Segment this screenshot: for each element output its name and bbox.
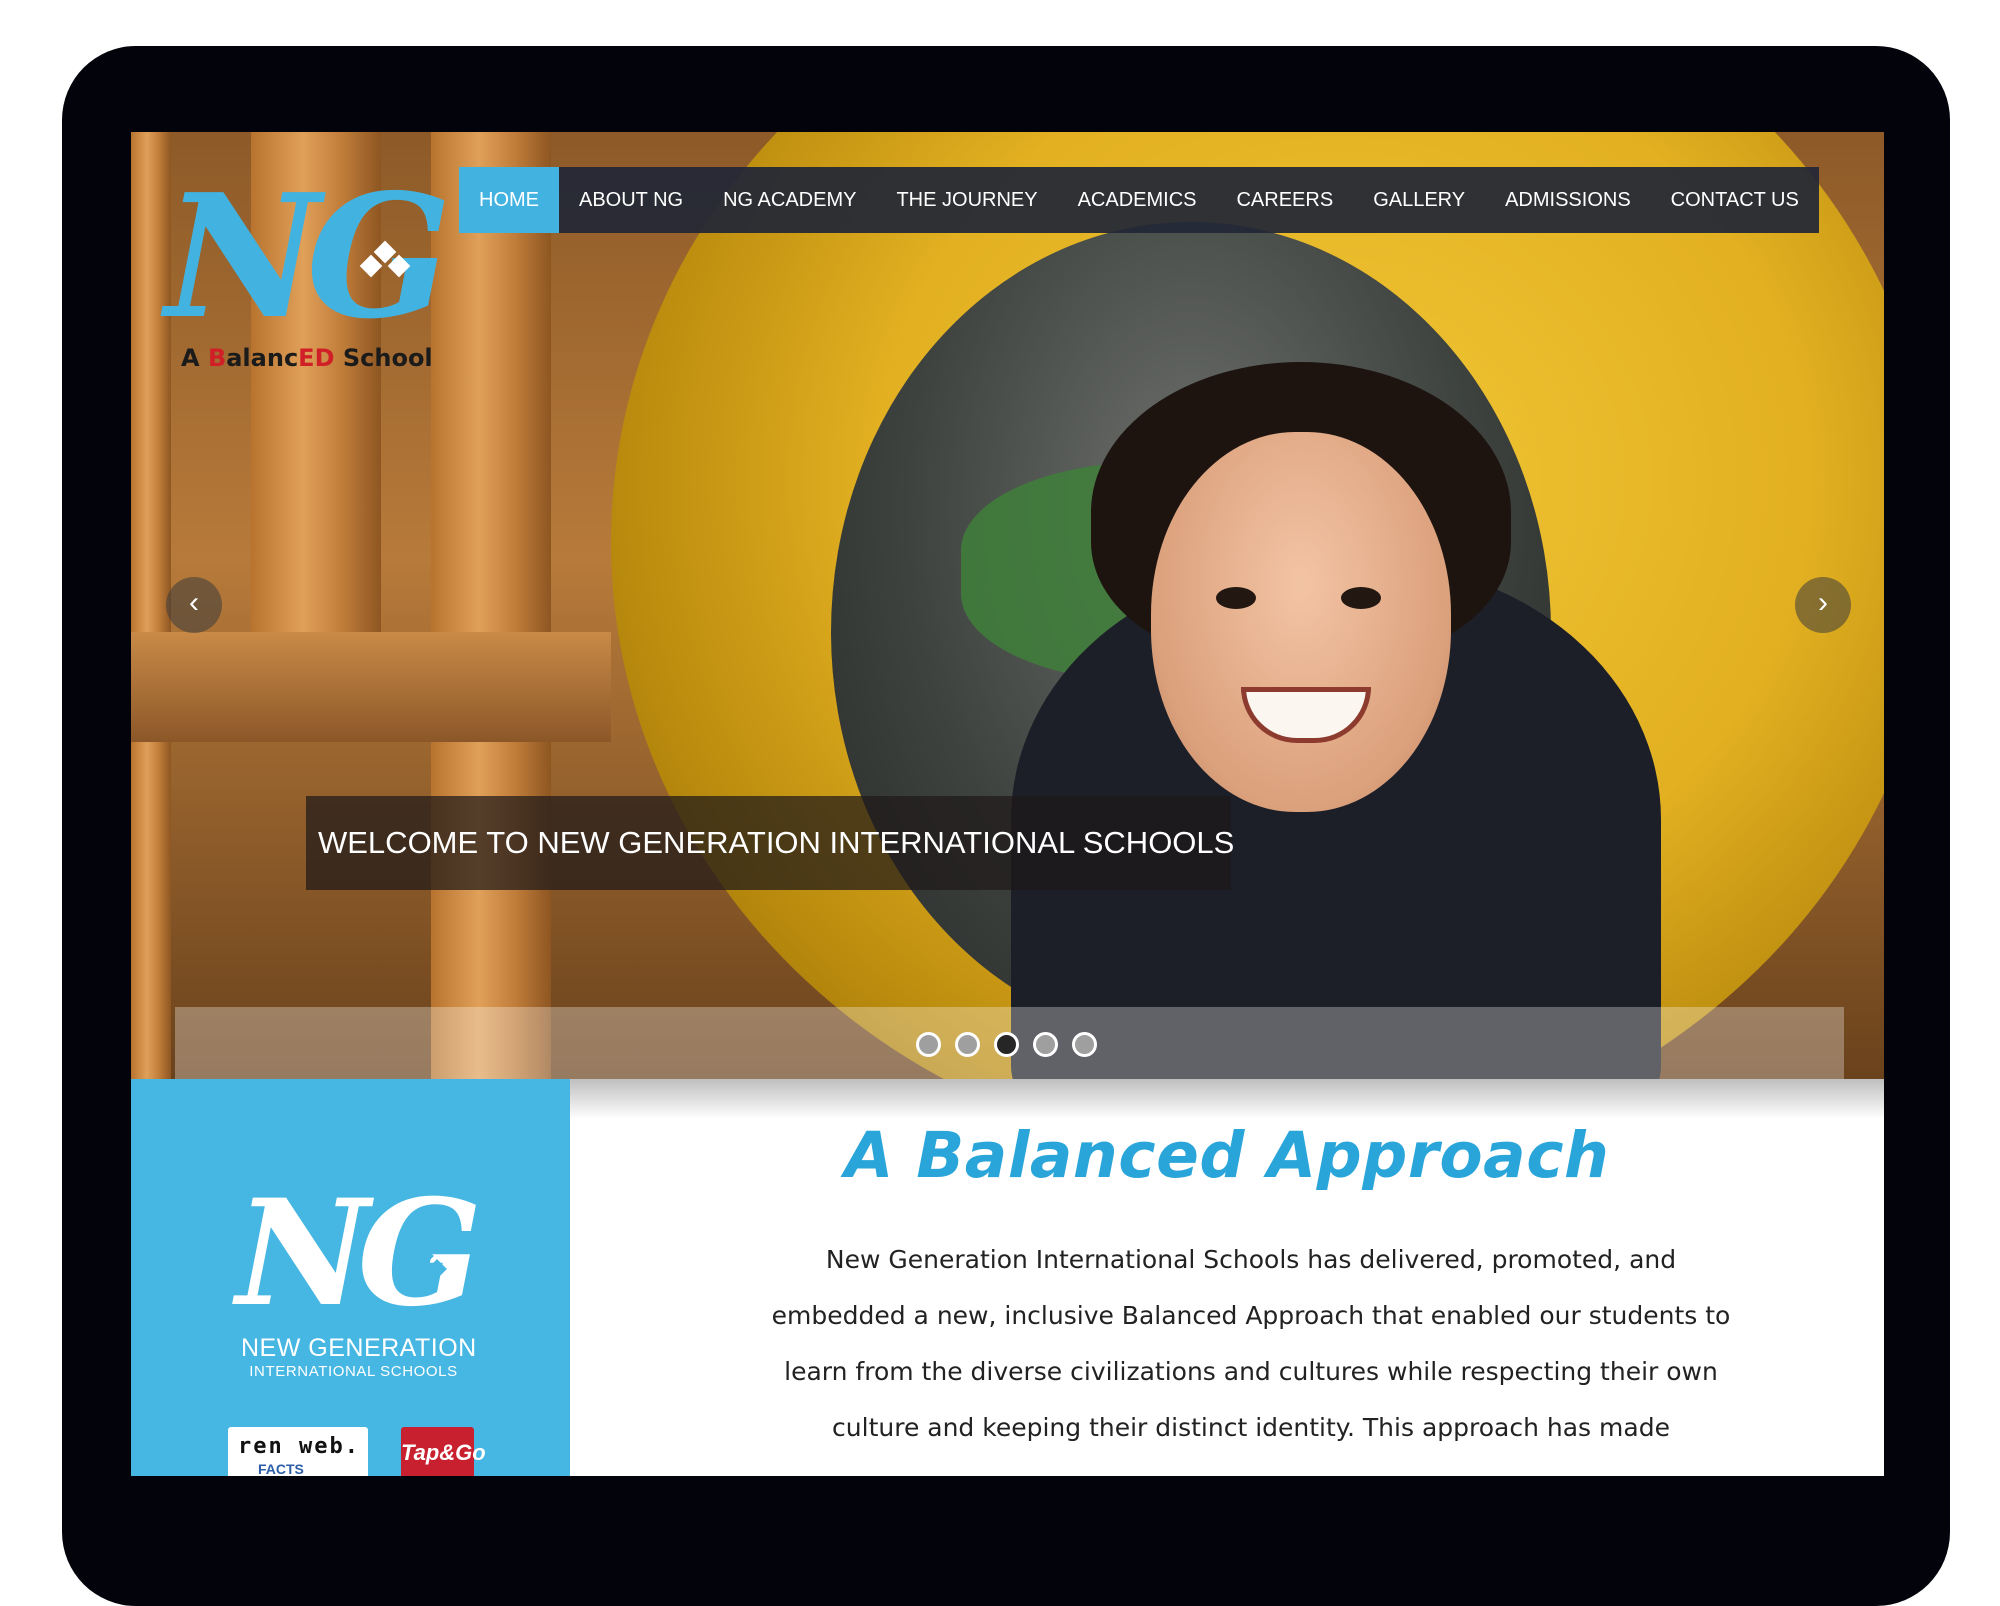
site-logo[interactable]: NG A BalancED School	[165, 172, 452, 372]
sidebar-panel: NG NEW GENERATION INTERNATIONAL SCHOOLS …	[131, 1079, 570, 1476]
section-title: A Balanced Approach	[844, 1119, 1610, 1192]
nav-academics[interactable]: ACADEMICS	[1058, 167, 1217, 233]
nav-the-journey[interactable]: THE JOURNEY	[876, 167, 1057, 233]
nav-contact-us[interactable]: CONTACT US	[1651, 167, 1819, 233]
section-body: New Generation International Schools has…	[771, 1245, 1731, 1442]
renweb-text: ren web.	[238, 1434, 360, 1459]
slider-next-icon[interactable]: ›	[1795, 577, 1851, 633]
slider-dot-3[interactable]	[994, 1032, 1019, 1057]
slider-dot-1[interactable]	[916, 1032, 941, 1057]
child-eye	[1216, 587, 1256, 609]
slide-caption: WELCOME TO NEW GENERATION INTERNATIONAL …	[306, 796, 1234, 890]
child-eye	[1341, 587, 1381, 609]
child-face	[1151, 432, 1451, 812]
slider-dot-2[interactable]	[955, 1032, 980, 1057]
school-name-line1: NEW GENERATION	[241, 1334, 477, 1362]
tap-go-badge[interactable]: Tap&Go	[401, 1427, 486, 1476]
logo-tagline: A BalancED School	[181, 344, 433, 372]
slider-dot-4[interactable]	[1033, 1032, 1058, 1057]
nav-about-ng[interactable]: ABOUT NG	[559, 167, 703, 233]
website-screen: NG A BalancED School HOME ABOUT NG NG AC…	[131, 132, 1884, 1476]
sidebar-logo-letters: NG	[236, 1168, 482, 1339]
nav-ng-academy[interactable]: NG ACADEMY	[703, 167, 876, 233]
renweb-badge[interactable]: ren web. FACTS	[228, 1427, 368, 1476]
main-nav: HOME ABOUT NG NG ACADEMY THE JOURNEY ACA…	[459, 167, 1819, 233]
hero-slider: NG A BalancED School HOME ABOUT NG NG AC…	[131, 132, 1884, 1079]
school-name-line2: INTERNATIONAL SCHOOLS	[249, 1363, 458, 1380]
slider-dot-5[interactable]	[1072, 1032, 1097, 1057]
nav-gallery[interactable]: GALLERY	[1353, 167, 1485, 233]
nav-admissions[interactable]: ADMISSIONS	[1485, 167, 1651, 233]
facts-text: FACTS	[258, 1461, 304, 1476]
section-shadow	[570, 1079, 1884, 1119]
wood-plank	[131, 632, 611, 742]
nav-home[interactable]: HOME	[459, 167, 559, 233]
slider-prev-icon[interactable]: ‹	[166, 577, 222, 633]
slider-pagination	[916, 1032, 1097, 1057]
wood-plank	[431, 132, 551, 1079]
nav-careers[interactable]: CAREERS	[1216, 167, 1353, 233]
